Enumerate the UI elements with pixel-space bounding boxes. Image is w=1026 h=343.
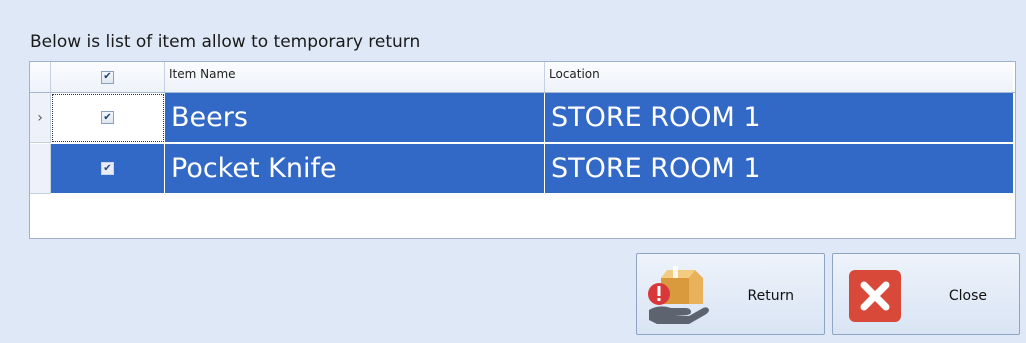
select-all-header[interactable]: ✔: [51, 62, 165, 92]
item-name-cell[interactable]: Pocket Knife: [165, 144, 545, 194]
row-checkbox-cell[interactable]: ✔: [51, 93, 165, 143]
column-header-location[interactable]: Location: [545, 62, 1013, 92]
table-row[interactable]: › ✔ Beers STORE ROOM 1: [30, 93, 1015, 143]
select-all-checkbox[interactable]: ✔: [101, 70, 114, 84]
row-indicator: [30, 144, 51, 194]
close-x-icon: [849, 270, 901, 322]
close-button-label: Close: [948, 288, 987, 304]
row-checkbox-cell[interactable]: ✔: [51, 144, 165, 194]
location-cell[interactable]: STORE ROOM 1: [545, 144, 1013, 194]
row-indicator-icon: ›: [30, 93, 51, 143]
row-indicator-header: [30, 62, 51, 92]
return-button-label: Return: [747, 288, 794, 304]
item-name-cell[interactable]: Beers: [165, 93, 545, 143]
return-button[interactable]: Return: [636, 253, 825, 335]
items-grid[interactable]: ✔ Item Name Location › ✔ Beers STORE ROO…: [29, 61, 1016, 239]
column-header-item-name[interactable]: Item Name: [165, 62, 545, 92]
grid-caption: Below is list of item allow to temporary…: [30, 32, 421, 52]
row-checkbox[interactable]: ✔: [101, 111, 114, 124]
close-button[interactable]: Close: [832, 253, 1020, 335]
location-cell[interactable]: STORE ROOM 1: [545, 93, 1013, 143]
row-checkbox[interactable]: ✔: [101, 162, 114, 175]
hand-box-warning-icon: [648, 266, 709, 324]
grid-header: ✔ Item Name Location: [30, 62, 1015, 93]
table-row[interactable]: ✔ Pocket Knife STORE ROOM 1: [30, 144, 1015, 194]
